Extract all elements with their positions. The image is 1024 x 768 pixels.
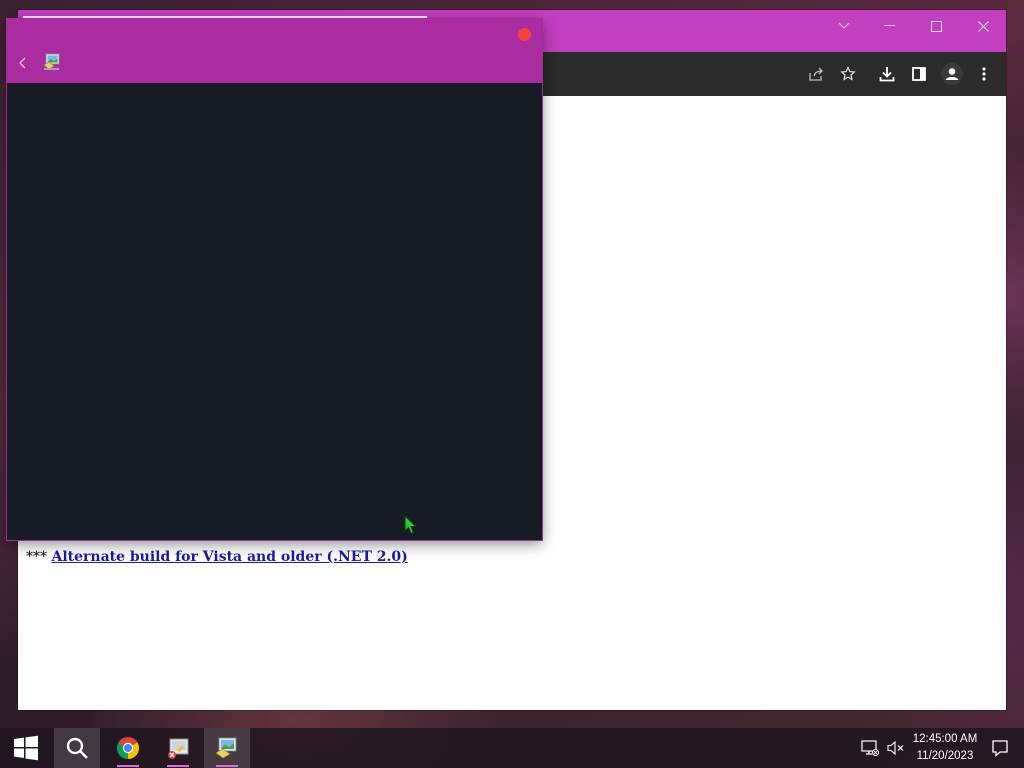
menu-dots-icon[interactable] xyxy=(970,60,998,88)
back-arrow-icon[interactable] xyxy=(13,53,31,73)
running-indicator xyxy=(216,765,238,767)
close-dot-icon[interactable] xyxy=(518,28,531,41)
image-app-icon[interactable] xyxy=(204,728,250,768)
share-icon[interactable] xyxy=(802,60,830,88)
download-icon[interactable] xyxy=(873,60,901,88)
chevron-down-icon[interactable] xyxy=(821,10,867,42)
close-icon[interactable] xyxy=(960,10,1006,42)
system-clock[interactable]: 12:45:00 AM 11/20/2023 xyxy=(904,731,986,765)
app-window xyxy=(7,16,542,540)
clock-date: 11/20/2023 xyxy=(916,750,974,762)
profile-icon[interactable] xyxy=(938,60,966,88)
running-indicator xyxy=(117,765,139,767)
desktop-background: *** Alternate build for Vista and older … xyxy=(0,0,1024,768)
maximize-icon[interactable] xyxy=(913,10,959,42)
chrome-icon[interactable] xyxy=(105,728,151,768)
alternate-build-link[interactable]: Alternate build for Vista and older (.NE… xyxy=(51,549,407,565)
asterisks-prefix: *** xyxy=(26,549,47,565)
minimize-icon[interactable] xyxy=(867,10,913,42)
app-icon xyxy=(43,53,61,71)
star-icon[interactable] xyxy=(834,60,862,88)
installer-app-icon[interactable] xyxy=(155,728,201,768)
taskbar: 12:45:00 AM 11/20/2023 xyxy=(0,728,1024,768)
alternate-build-line: *** Alternate build for Vista and older … xyxy=(26,549,408,565)
search-icon[interactable] xyxy=(54,728,100,768)
windows-start-icon[interactable] xyxy=(3,728,49,768)
app-window-header xyxy=(7,16,542,83)
running-indicator xyxy=(167,765,189,767)
clock-time: 12:45:00 AM xyxy=(912,733,978,745)
notifications-icon[interactable] xyxy=(978,728,1022,768)
loading-progress-line xyxy=(23,16,427,18)
side-panel-icon[interactable] xyxy=(905,60,933,88)
mouse-cursor-icon xyxy=(404,514,418,535)
